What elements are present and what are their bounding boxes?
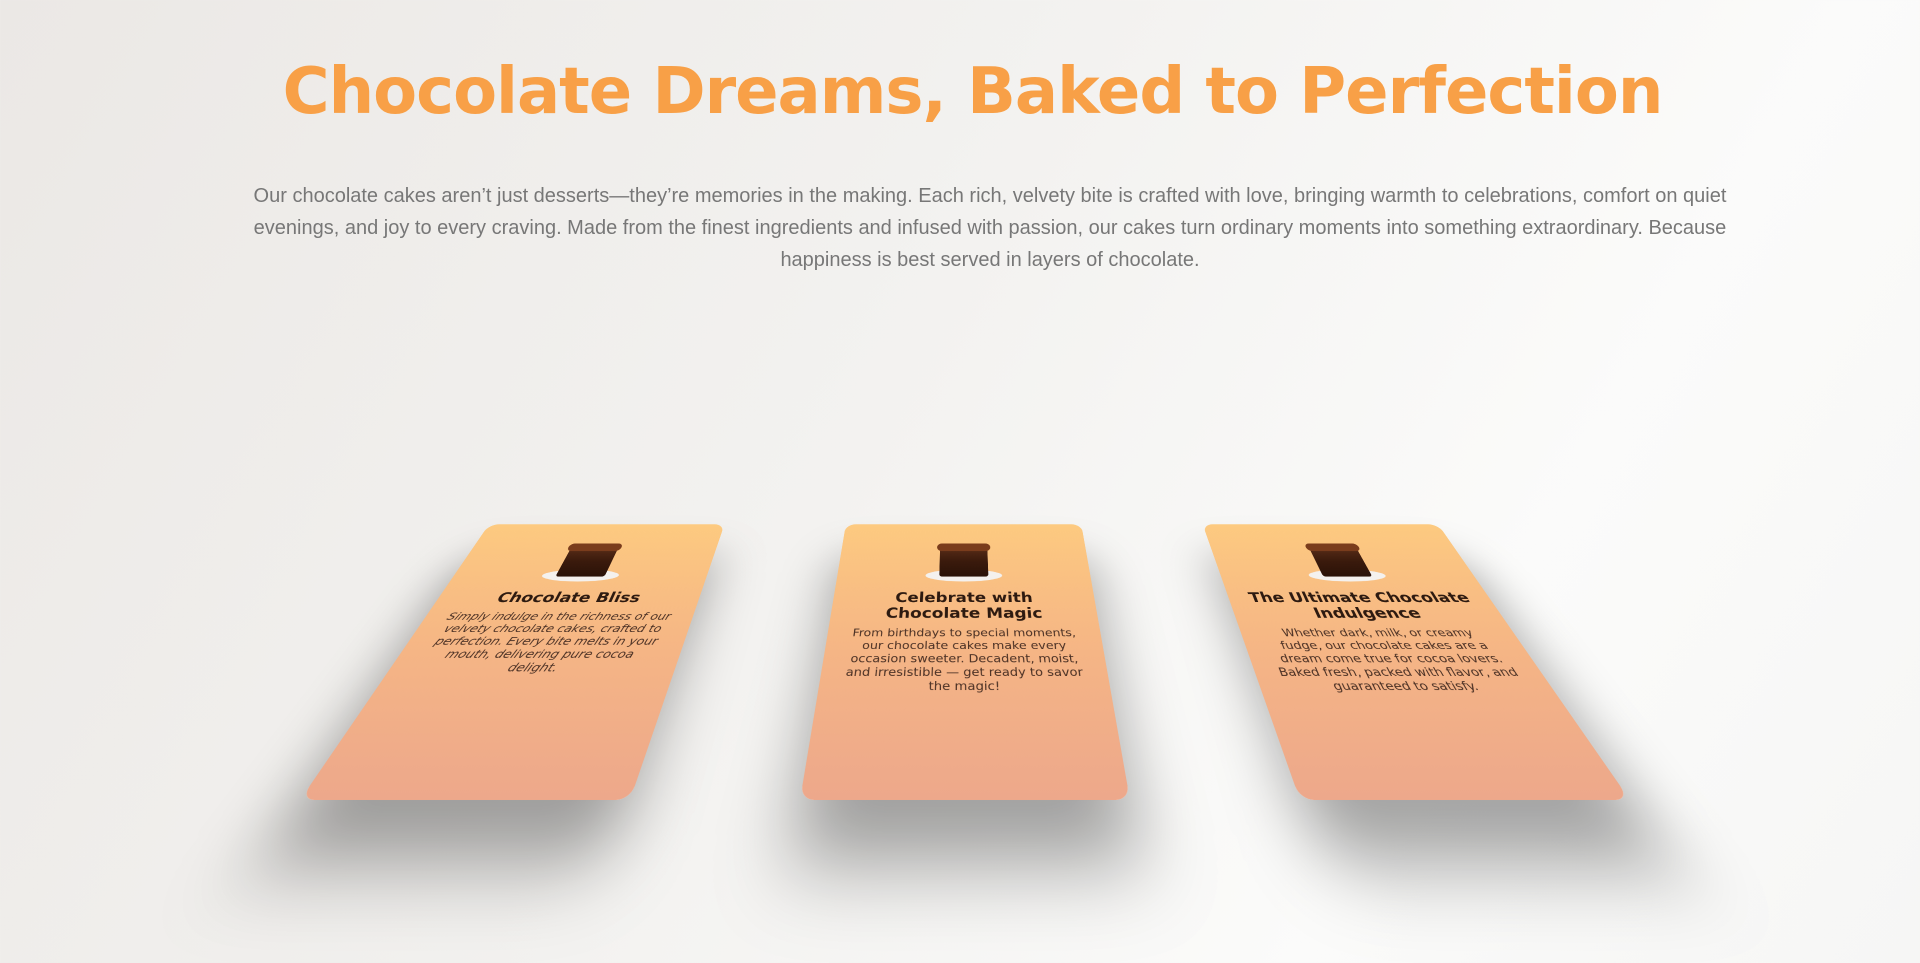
card-title: Chocolate Bliss [493, 590, 644, 606]
cards-section: Chocolate Bliss Simply indulge in the ri… [0, 380, 1920, 880]
page-title: Chocolate Dreams, Baked to Perfection [282, 55, 1664, 129]
card-title: The Ultimate Chocolate Indulgence [1246, 590, 1474, 622]
card-celebrate[interactable]: Celebrate with Chocolate Magic From birt… [800, 524, 1130, 800]
card-text: Simply indulge in the richness of our ve… [431, 610, 673, 675]
card-text: Whether dark, milk, or creamy fudge, our… [1276, 626, 1522, 694]
card-ultimate-indulgence[interactable]: The Ultimate Chocolate Indulgence Whethe… [1202, 524, 1630, 800]
cake-image [1282, 534, 1399, 585]
cake-image [529, 534, 645, 585]
card-title: Celebrate with Chocolate Magic [884, 590, 1044, 622]
cake-image [917, 534, 1010, 585]
card-text: From birthdays to special moments, our c… [844, 626, 1084, 694]
intro-paragraph: Our chocolate cakes aren’t just desserts… [253, 185, 1727, 271]
card-chocolate-bliss[interactable]: Chocolate Bliss Simply indulge in the ri… [300, 524, 725, 800]
